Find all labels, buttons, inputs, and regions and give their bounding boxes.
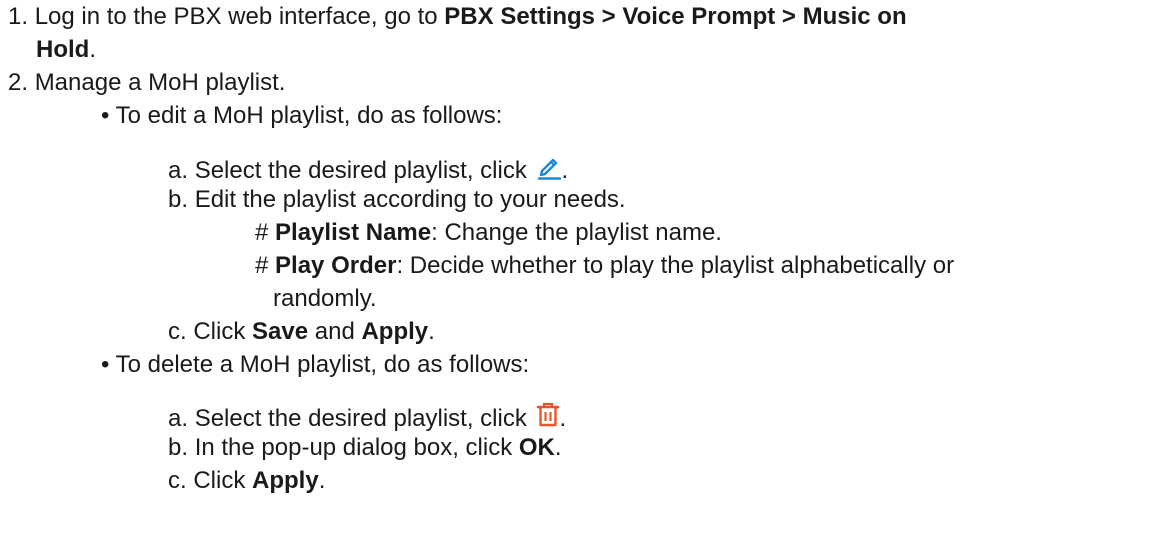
delete-bullet-line: • To delete a MoH playlist, do as follow… (101, 350, 529, 380)
edit-step-a-period: . (561, 157, 569, 184)
option-term-playlist-name: Playlist Name (275, 219, 432, 246)
step-1-number: 1. (8, 3, 29, 30)
edit-step-a-text: Select the desired playlist, click (194, 157, 527, 184)
apply-label: Apply (361, 318, 429, 345)
step-2-text: Manage a MoH playlist. (34, 69, 286, 96)
edit-bullet: • (101, 102, 110, 129)
delete-step-b-label: b. (168, 434, 189, 461)
edit-step-a: a. Select the desired playlist, click . (168, 152, 568, 186)
step-2-number: 2. (8, 69, 29, 96)
edit-step-b: b. Edit the playlist according to your n… (168, 185, 626, 215)
edit-intro: To edit a MoH playlist, do as follows: (115, 102, 503, 129)
delete-step-b: b. In the pop-up dialog box, click OK. (168, 433, 562, 463)
delete-step-a-label: a. (168, 405, 189, 432)
trash-delete-icon (536, 402, 560, 428)
step-1-menu-path-cont: Hold (36, 36, 90, 63)
step-1-text: Log in to the PBX web interface, go to (34, 3, 438, 30)
edit-option-play-order: # Play Order: Decide whether to play the… (255, 251, 954, 281)
step-1-period: . (89, 36, 96, 63)
delete-step-c-period: . (318, 467, 326, 494)
save-label: Save (252, 318, 309, 345)
edit-step-a-label: a. (168, 157, 189, 184)
delete-step-b-text: In the pop-up dialog box, click (194, 434, 513, 461)
edit-option-playlist-name: # Playlist Name: Change the playlist nam… (255, 218, 722, 248)
option-hash: # (255, 252, 269, 279)
edit-step-c: c. Click Save and Apply. (168, 317, 435, 347)
option-term-play-order: Play Order (275, 252, 397, 279)
edit-step-c-label: c. (168, 318, 187, 345)
delete-bullet: • (101, 351, 110, 378)
delete-step-c-label: c. (168, 467, 187, 494)
step-1-line-cont: Hold. (36, 35, 96, 65)
option-desc-play-order: : Decide whether to play the playlist al… (396, 252, 955, 279)
option-desc-playlist-name: : Change the playlist name. (431, 219, 722, 246)
step-1-menu-path: PBX Settings > Voice Prompt > Music on (444, 3, 907, 30)
instructions-document: 1. Log in to the PBX web interface, go t… (0, 0, 1166, 552)
option-hash: # (255, 219, 269, 246)
and-word: and (314, 318, 355, 345)
edit-option-play-order-cont: randomly. (273, 284, 377, 314)
edit-bullet-line: • To edit a MoH playlist, do as follows: (101, 101, 502, 131)
edit-step-b-text: Edit the playlist according to your need… (194, 186, 626, 213)
delete-step-c-click: Click (193, 467, 246, 494)
delete-step-a-text: Select the desired playlist, click (194, 405, 527, 432)
delete-step-b-period: . (554, 434, 562, 461)
edit-step-b-label: b. (168, 186, 189, 213)
option-desc-play-order-cont: randomly. (273, 285, 377, 312)
delete-step-a: a. Select the desired playlist, click . (168, 400, 566, 434)
step-2-line: 2. Manage a MoH playlist. (8, 68, 285, 98)
ok-label: OK (518, 434, 555, 461)
edit-step-c-click: Click (193, 318, 246, 345)
apply-label: Apply (252, 467, 319, 494)
edit-step-c-period: . (428, 318, 435, 345)
step-1-line: 1. Log in to the PBX web interface, go t… (8, 2, 907, 32)
delete-intro: To delete a MoH playlist, do as follows: (115, 351, 530, 378)
delete-step-c: c. Click Apply. (168, 466, 325, 496)
delete-step-a-period: . (559, 405, 567, 432)
pencil-edit-icon (536, 154, 562, 180)
